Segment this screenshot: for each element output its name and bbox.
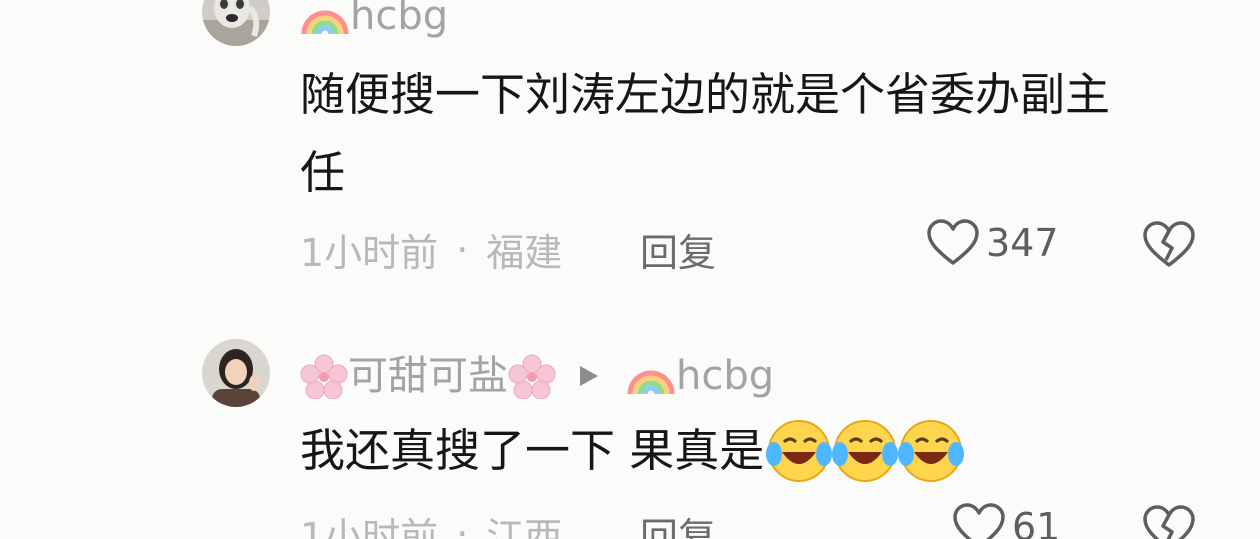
laughing-crying-emoji	[766, 420, 833, 482]
heart-icon	[953, 503, 1005, 539]
dislike-button[interactable]	[1142, 220, 1196, 274]
comment-text: 随便搜一下刘涛左边的就是个省委办副主 任	[300, 56, 1110, 212]
username[interactable]: 可甜可盐 hcbg	[300, 352, 774, 400]
like-button[interactable]: 347	[926, 218, 1059, 268]
comment-text: 我还真搜了一下 果真是	[300, 412, 966, 490]
heart-icon	[927, 219, 979, 265]
reply-button[interactable]: 回复	[640, 222, 716, 277]
cherry-blossom-icon	[300, 354, 348, 399]
broken-heart-icon	[1143, 221, 1195, 267]
reply-to-username: hcbg	[676, 353, 775, 399]
laughing-crying-emoji	[832, 420, 899, 482]
avatar[interactable]	[202, 0, 270, 46]
play-arrow-icon	[580, 366, 598, 386]
broken-heart-icon	[1143, 505, 1195, 539]
dislike-button[interactable]	[1142, 504, 1196, 539]
timestamp: 1小时前	[300, 515, 439, 539]
location: 福建	[486, 231, 563, 275]
laughing-crying-emoji	[898, 420, 965, 482]
rainbow-icon	[627, 370, 675, 395]
emoji-group	[766, 420, 965, 482]
comment-meta: 1小时前 · 江西	[300, 506, 562, 539]
like-count: 61	[1012, 505, 1061, 539]
username-text: 可甜可盐	[348, 353, 508, 399]
cherry-blossom-icon	[508, 354, 556, 399]
location: 江西	[486, 515, 563, 539]
separator-dot: ·	[456, 227, 469, 272]
username-text: hcbg	[350, 0, 449, 39]
comment-text-line: 我还真搜了一下 果真是	[300, 424, 765, 477]
username[interactable]: hcbg	[300, 0, 448, 40]
comment-text-line: 随便搜一下刘涛左边的就是个省委办副主	[300, 68, 1111, 121]
like-button[interactable]: 61	[952, 502, 1060, 539]
comment-text-line: 任	[300, 146, 346, 199]
reply-button[interactable]: 回复	[640, 506, 716, 539]
comment-list: hcbg 随便搜一下刘涛左边的就是个省委办副主 任 1小时前 · 福建 回复 3…	[0, 0, 1260, 539]
separator-dot: ·	[456, 511, 469, 539]
rainbow-icon	[301, 10, 349, 35]
timestamp: 1小时前	[300, 231, 439, 275]
comment-meta: 1小时前 · 福建	[300, 222, 562, 277]
dog-avatar-icon	[202, 0, 270, 46]
girl-avatar-icon	[202, 339, 270, 407]
like-count: 347	[986, 221, 1059, 265]
avatar[interactable]	[202, 339, 270, 407]
